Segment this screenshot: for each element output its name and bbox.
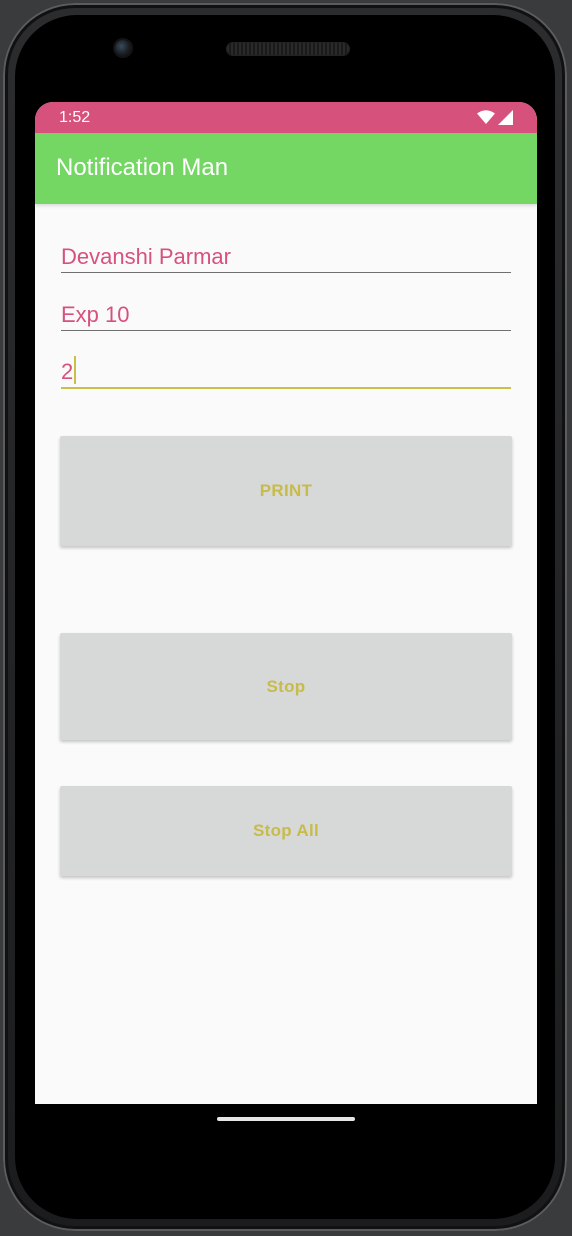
device-frame: 1:52 Notification Man Devanshi Parmar Ex…	[0, 0, 572, 1236]
text-cursor	[74, 356, 77, 384]
experiment-field-value: Exp 10	[61, 302, 130, 327]
number-field-value: 2	[61, 359, 74, 384]
status-time: 1:52	[59, 109, 91, 126]
app-bar: Notification Man	[35, 133, 537, 204]
app-title: Notification Man	[56, 154, 229, 181]
number-field[interactable]: 2	[61, 347, 511, 389]
stop-all-button[interactable]: Stop All	[60, 786, 512, 876]
experiment-field[interactable]: Exp 10	[61, 290, 511, 331]
stop-button[interactable]: Stop	[60, 633, 512, 740]
signal-icon	[498, 109, 513, 125]
app-screen: 1:52 Notification Man Devanshi Parmar Ex…	[35, 102, 537, 1104]
main-content: Devanshi Parmar Exp 10 2 PRINT Stop Stop…	[35, 204, 537, 1104]
status-icons	[477, 109, 513, 125]
front-camera	[115, 40, 131, 56]
name-field[interactable]: Devanshi Parmar	[61, 232, 511, 273]
status-bar: 1:52	[35, 102, 537, 133]
name-field-value: Devanshi Parmar	[61, 244, 231, 269]
earpiece-speaker	[227, 43, 349, 55]
print-button[interactable]: PRINT	[60, 436, 512, 546]
wifi-icon	[477, 110, 495, 124]
number-field-value-wrap: 2	[61, 356, 77, 385]
home-indicator[interactable]	[217, 1117, 355, 1121]
